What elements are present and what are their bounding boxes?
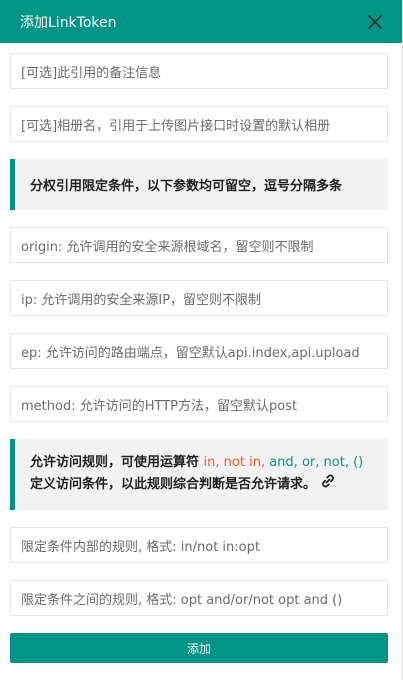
- operator-or: or: [301, 455, 316, 470]
- remark-input[interactable]: [可选]此引用的备注信息: [10, 53, 388, 89]
- dialog-header: 添加LinkToken: [0, 0, 402, 43]
- restrict-note: 分权引用限定条件，以下参数均可留空，逗号分隔多条: [10, 159, 388, 210]
- dialog-body: [可选]此引用的备注信息 [可选]相册名，引用于上传图片接口时设置的默认相册 分…: [0, 43, 402, 663]
- ep-input[interactable]: ep: 允许访问的路由端点，留空默认api.index,api.upload: [10, 333, 388, 369]
- separator: ,: [293, 455, 302, 470]
- dialog-title: 添加LinkToken: [20, 14, 117, 31]
- separator: ,: [344, 455, 354, 470]
- origin-input[interactable]: origin: 允许调用的安全来源根域名，留空则不限制: [10, 227, 388, 263]
- separator: ,: [260, 455, 270, 470]
- rules-note-line1: 允许访问规则，可使用运算符 in, not in, and, or, not, …: [30, 453, 363, 473]
- operator-not: not: [323, 455, 345, 470]
- method-input[interactable]: method: 允许访问的HTTP方法，留空默认post: [10, 386, 388, 422]
- ip-input[interactable]: ip: 允许调用的安全来源IP，留空则不限制: [10, 280, 388, 316]
- add-linktoken-dialog: 添加LinkToken [可选]此引用的备注信息 [可选]相册名，引用于上传图片…: [0, 0, 403, 680]
- operator-paren: (): [353, 455, 364, 470]
- operator-in: in: [203, 455, 216, 470]
- separator: ,: [215, 455, 224, 470]
- rules-note: 允许访问规则，可使用运算符 in, not in, and, or, not, …: [10, 439, 388, 510]
- add-button[interactable]: 添加: [10, 633, 388, 663]
- inner-rule-input[interactable]: 限定条件内部的规则, 格式: in/not in:opt: [10, 527, 388, 563]
- rules-note-line2: 定义访问条件，以此规则综合判断是否允许请求。: [30, 473, 336, 496]
- album-input[interactable]: [可选]相册名，引用于上传图片接口时设置的默认相册: [10, 106, 388, 142]
- separator: ,: [315, 455, 324, 470]
- restrict-note-text: 分权引用限定条件，以下参数均可留空，逗号分隔多条: [30, 179, 343, 194]
- rules-line2-text: 定义访问条件，以此规则综合判断是否允许请求。: [30, 477, 317, 492]
- outer-rule-input[interactable]: 限定条件之间的规则, 格式: opt and/or/not opt and (): [10, 580, 388, 616]
- close-icon[interactable]: [364, 11, 386, 33]
- operator-and: and: [269, 455, 294, 470]
- link-icon[interactable]: [320, 473, 336, 496]
- rules-prefix: 允许访问规则，可使用运算符: [30, 455, 204, 470]
- operator-not-in: not in: [223, 455, 261, 470]
